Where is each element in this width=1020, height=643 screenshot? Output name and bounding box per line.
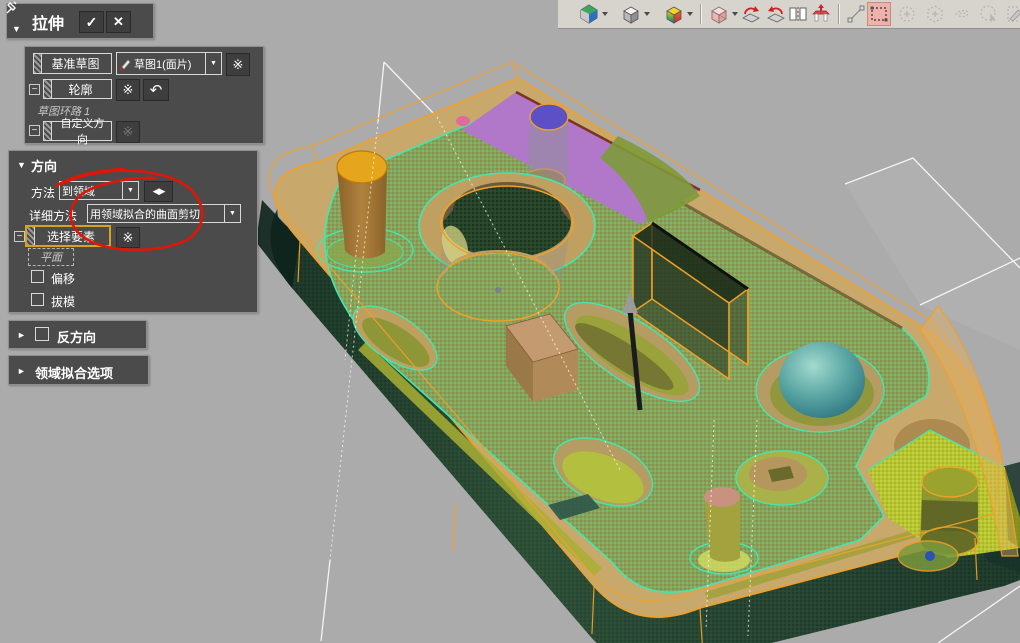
- swap-direction-button[interactable]: ◀▶: [144, 181, 173, 202]
- base-sketch-button[interactable]: 基准草图: [33, 53, 112, 74]
- fit-options-label: 领域拟合选项: [35, 366, 114, 381]
- cancel-icon: ✕: [113, 14, 124, 29]
- lasso-select-icon[interactable]: [951, 3, 973, 25]
- pin-icon[interactable]: [2, 0, 22, 22]
- deviation-view-caret[interactable]: [687, 12, 693, 16]
- polygon-select-icon[interactable]: [924, 3, 946, 25]
- pick-icon: ※: [122, 229, 134, 245]
- chevron-down-icon: ▼: [210, 60, 217, 67]
- method-dropdown[interactable]: 到领域 ▼: [59, 181, 139, 200]
- align-view-icon[interactable]: [810, 3, 832, 25]
- circle-select-icon[interactable]: [896, 3, 918, 25]
- view-toolbar: [558, 0, 1020, 29]
- pick-icon: ※: [122, 124, 134, 139]
- toolbar-separator: [700, 4, 701, 24]
- pencil-icon: [120, 59, 131, 70]
- lower-circle: [436, 250, 560, 322]
- rotate-right-icon[interactable]: [765, 3, 787, 25]
- custom-direction-collapse-toggle[interactable]: −: [29, 125, 40, 136]
- dialog-header[interactable]: ▼ 拉伸 ✓ ✕: [6, 3, 154, 39]
- reverse-direction-label: 反方向: [57, 330, 97, 345]
- collapse-icon: −: [31, 84, 38, 95]
- direction-section-caret[interactable]: ▼: [17, 160, 26, 170]
- method-value: 到领域: [62, 185, 95, 198]
- deviation-view-icon[interactable]: [663, 3, 685, 25]
- method-dropdown-caret[interactable]: ▼: [122, 182, 138, 199]
- method-label: 方法: [31, 186, 56, 200]
- chevron-down-icon: ▼: [127, 187, 134, 194]
- select-elements-label: 选择要素: [46, 229, 95, 244]
- select-elements-button[interactable]: 选择要素: [25, 225, 111, 247]
- pink-spot: [456, 116, 470, 126]
- rotate-left-icon[interactable]: [740, 3, 762, 25]
- sketch-select-value: 草图1(面片): [134, 58, 192, 71]
- draft-label: 拔模: [51, 295, 76, 309]
- shaded-view-caret[interactable]: [644, 12, 650, 16]
- collapse-icon: −: [31, 125, 38, 136]
- wireframe-view-caret[interactable]: [732, 12, 738, 16]
- view-orientation-caret[interactable]: [602, 12, 608, 16]
- undo-icon: ↶: [149, 82, 163, 99]
- toolbar-separator: [838, 4, 839, 24]
- detail-method-caret[interactable]: ▼: [224, 205, 240, 222]
- custom-direction-button[interactable]: 自定义方向: [43, 118, 112, 146]
- direction-panel: ▼ 方向 方法 到领域 ▼ ◀▶ 详细方法 用领域拟合的曲面剪切 ▼ − 选择要…: [8, 150, 258, 313]
- blue-dot-circle: [897, 540, 959, 572]
- smart-select-icon[interactable]: [978, 3, 1000, 25]
- reverse-direction-checkbox[interactable]: [35, 327, 49, 341]
- paint-select-icon[interactable]: [1004, 3, 1020, 25]
- fit-options-expand-caret[interactable]: ►: [17, 366, 26, 376]
- rectangle-select-icon[interactable]: [867, 2, 891, 26]
- base-sketch-label: 基准草图: [51, 57, 100, 71]
- reverse-direction-section[interactable]: ► 反方向: [8, 320, 147, 349]
- pick-icon: ※: [232, 56, 244, 72]
- sketch-dropdown-caret[interactable]: ▼: [205, 53, 221, 74]
- fit-options-section[interactable]: ► 领域拟合选项: [8, 355, 149, 385]
- detail-method-dropdown[interactable]: 用领域拟合的曲面剪切 ▼: [87, 204, 241, 223]
- split-view-icon[interactable]: [787, 3, 809, 25]
- custom-direction-label: 自定义方向: [60, 118, 105, 146]
- dialog-title: 拉伸: [32, 16, 65, 33]
- detail-method-label: 详细方法: [29, 209, 78, 223]
- shaded-view-icon[interactable]: [620, 3, 642, 25]
- swap-icon: ◀▶: [152, 186, 166, 196]
- profile-button[interactable]: 轮廓: [43, 79, 112, 99]
- offset-checkbox[interactable]: [31, 270, 44, 283]
- pick-icon: ※: [122, 82, 134, 97]
- profile-pick-button[interactable]: ※: [116, 79, 140, 101]
- offset-label: 偏移: [51, 272, 76, 286]
- select-elements-pick-button[interactable]: ※: [116, 227, 140, 248]
- select-elements-collapse-toggle[interactable]: −: [14, 231, 25, 242]
- sketch-panel: 基准草图 草图1(面片) ▼ ※ − 轮廓 ※ ↶ 草图环路 1 − 自定义方向…: [24, 46, 264, 146]
- hatch-stripe: [44, 122, 52, 140]
- collapse-icon: −: [16, 231, 23, 242]
- wireframe-view-icon[interactable]: [708, 3, 730, 25]
- chevron-down-icon: ▼: [229, 210, 236, 217]
- view-orientation-icon[interactable]: [578, 3, 600, 25]
- hatch-stripe: [44, 80, 52, 98]
- base-sketch-pick-button[interactable]: ※: [226, 53, 250, 76]
- ok-button[interactable]: ✓: [79, 11, 104, 33]
- profile-label: 轮廓: [68, 82, 93, 97]
- ok-icon: ✓: [85, 13, 98, 30]
- dialog-collapse-caret[interactable]: ▼: [12, 24, 21, 34]
- reverse-expand-caret[interactable]: ►: [17, 330, 26, 340]
- plane-label: 平面: [40, 252, 62, 264]
- hatch-stripe: [34, 54, 42, 73]
- sketch-select-field[interactable]: 草图1(面片) ▼: [116, 52, 222, 75]
- custom-direction-pick-button: ※: [116, 121, 140, 143]
- draft-checkbox[interactable]: [31, 293, 44, 306]
- direction-section-title: 方向: [31, 159, 58, 174]
- plane-chip[interactable]: 平面: [28, 248, 74, 266]
- profile-undo-button[interactable]: ↶: [143, 79, 169, 101]
- profile-collapse-toggle[interactable]: −: [29, 84, 40, 95]
- cancel-button[interactable]: ✕: [106, 11, 131, 33]
- app-root: { "dialog": { "title": "拉伸", "base_sketc…: [0, 0, 1020, 643]
- line-select-icon[interactable]: [845, 3, 867, 25]
- detail-method-value: 用领域拟合的曲面剪切: [90, 208, 200, 221]
- hatch-stripe: [27, 227, 35, 245]
- pocket-circle-right: [735, 450, 829, 506]
- teal-sphere: [779, 342, 865, 418]
